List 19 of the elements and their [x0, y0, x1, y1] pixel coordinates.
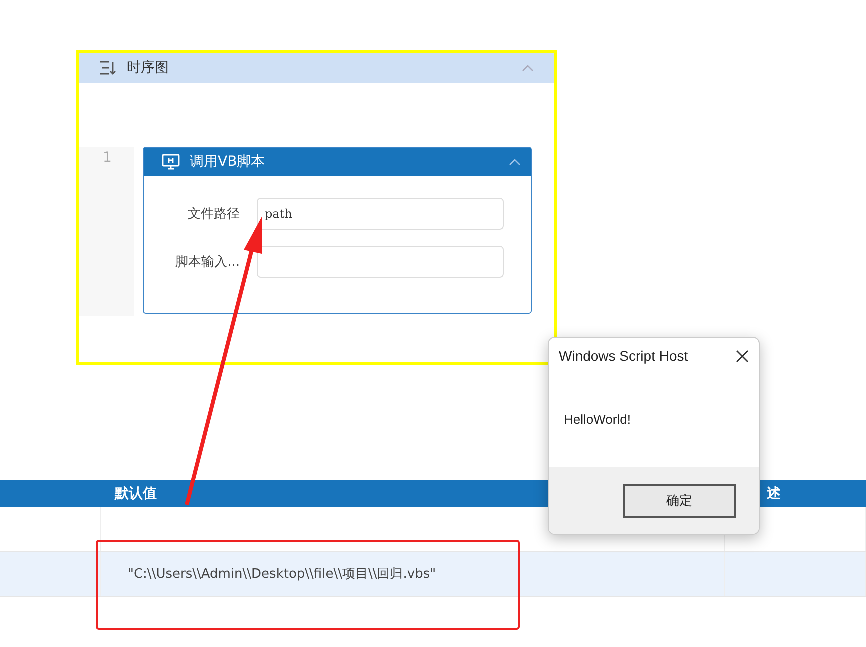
monitor-icon — [162, 154, 180, 170]
column-header: 默认值 — [115, 484, 157, 502]
collapse-icon[interactable] — [509, 158, 521, 166]
list-icon — [99, 60, 117, 76]
ok-button[interactable]: 确定 — [623, 484, 736, 518]
field-label: 文件路径 — [187, 206, 240, 223]
panel-title: 时序图 — [127, 59, 170, 77]
card-title: 调用VB脚本 — [190, 153, 266, 171]
close-icon[interactable] — [736, 350, 749, 362]
column-header: 述 — [767, 484, 781, 502]
dialog-message: HelloWorld! — [564, 412, 631, 427]
input-field[interactable]: path — [257, 198, 504, 230]
dialog-title: Windows Script Host — [559, 348, 690, 364]
table-cell: "C:\\Users\\Admin\\Desktop\\file\\项目\\回归.vbs" — [101, 552, 725, 596]
input-field[interactable] — [257, 246, 504, 278]
collapse-icon[interactable] — [522, 64, 534, 72]
line-number: 1 — [79, 147, 134, 316]
field-label: 脚本输入... — [174, 254, 240, 271]
table-row[interactable]: "C:\\Users\\Admin\\Desktop\\file\\项目\\回归.vbs" — [0, 552, 866, 597]
